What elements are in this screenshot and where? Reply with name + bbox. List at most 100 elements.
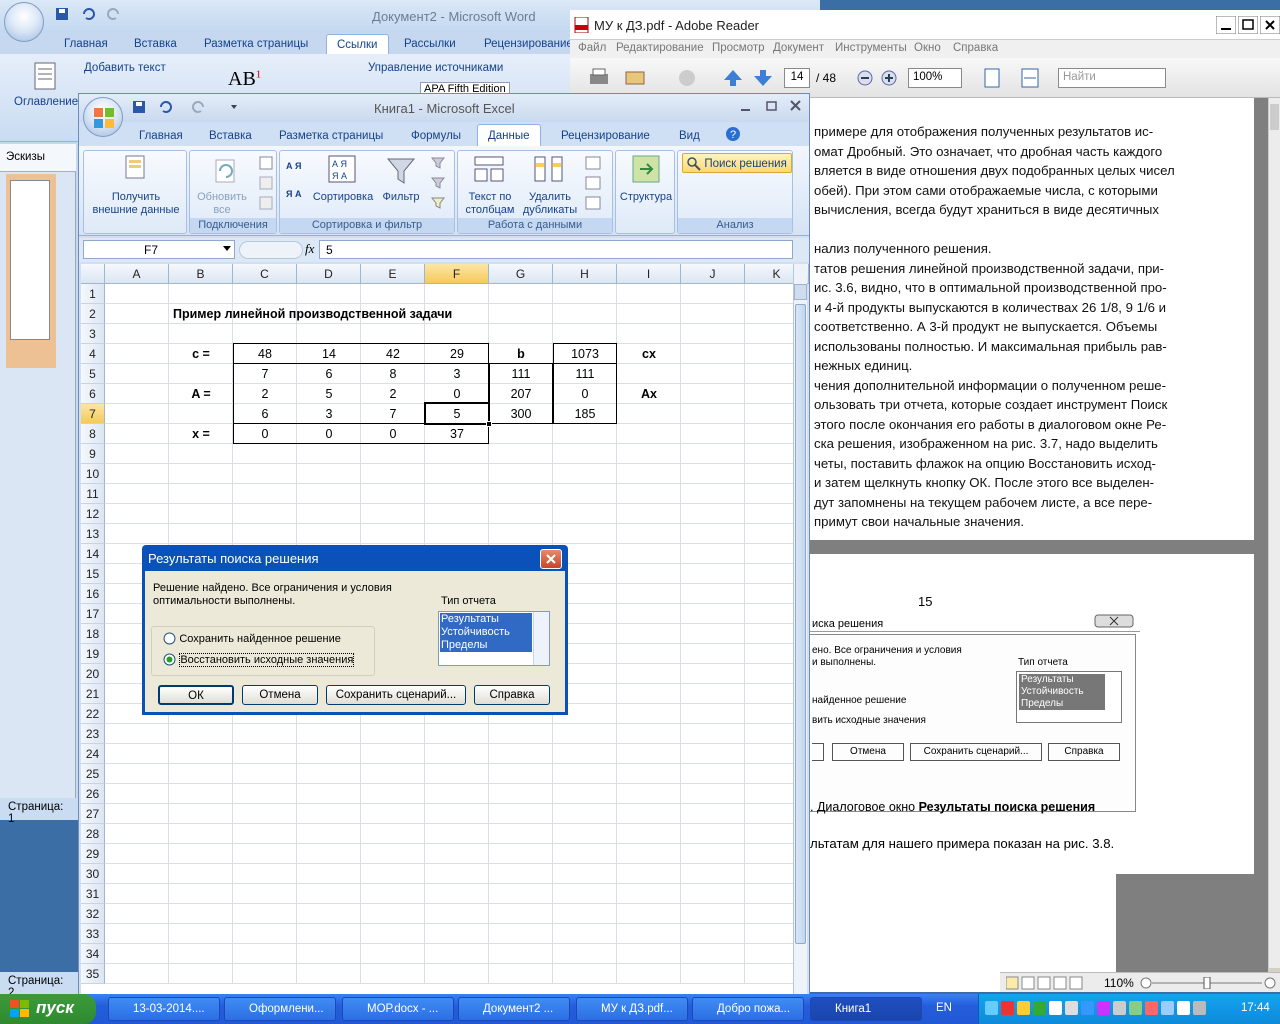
word-tab-insert[interactable]: Вставка <box>124 34 187 54</box>
excel-tab-home[interactable]: Главная <box>129 126 193 146</box>
word-tab-references[interactable]: Ссылки <box>326 34 389 54</box>
get-external-data-button[interactable]: Получить внешние данные <box>84 191 188 217</box>
refresh-all-button[interactable]: Обновить все <box>190 191 254 217</box>
word-tab-home[interactable]: Главная <box>54 34 118 54</box>
row-header[interactable]: 19 <box>81 644 105 664</box>
row-header[interactable]: 9 <box>81 444 105 464</box>
row-header[interactable]: 33 <box>81 924 105 944</box>
structure-button[interactable]: Структура <box>616 191 676 204</box>
zoom-select[interactable]: 100% <box>908 68 962 88</box>
connections-small-icons[interactable] <box>258 155 274 215</box>
column-header[interactable]: D <box>297 264 361 284</box>
print-icon[interactable] <box>588 68 610 88</box>
column-header[interactable]: A <box>105 264 169 284</box>
name-box[interactable]: F7 <box>83 240 235 259</box>
filter-small-icons[interactable] <box>430 155 448 215</box>
row-header[interactable]: 23 <box>81 724 105 744</box>
column-header[interactable]: G <box>489 264 553 284</box>
menu-view[interactable]: Просмотр <box>712 42 765 54</box>
report-results[interactable]: Результаты <box>441 613 532 626</box>
start-button[interactable]: пуск <box>0 994 96 1024</box>
row-header[interactable]: 10 <box>81 464 105 484</box>
excel-restore-button[interactable] <box>765 100 779 112</box>
cell[interactable]: x = <box>169 424 233 444</box>
menu-edit[interactable]: Редактирование <box>616 42 704 54</box>
task-item-5[interactable]: МУ к ДЗ.pdf... <box>576 997 688 1021</box>
tray-icons[interactable] <box>985 1001 1215 1017</box>
column-header[interactable]: I <box>617 264 681 284</box>
thumb-page-1[interactable] <box>10 180 50 340</box>
row-header[interactable]: 8 <box>81 424 105 444</box>
office-button[interactable] <box>4 2 44 42</box>
zoom-in-icon[interactable] <box>880 69 898 87</box>
menu-window[interactable]: Окно <box>914 42 941 54</box>
solver-button[interactable]: Поиск решения <box>682 153 792 173</box>
row-header[interactable]: 14 <box>81 544 105 564</box>
sort-button[interactable]: Сортировка <box>306 191 380 204</box>
prev-page-icon[interactable] <box>722 68 744 88</box>
text-to-columns-button[interactable]: Текст по столбцам <box>460 191 520 217</box>
reader-minimize-button[interactable] <box>1216 16 1236 34</box>
find-input[interactable]: Найти <box>1058 68 1166 88</box>
row-header[interactable]: 4 <box>81 344 105 364</box>
column-header[interactable]: H <box>553 264 617 284</box>
add-text-button[interactable]: Добавить текст <box>84 62 166 74</box>
excel-tab-insert[interactable]: Вставка <box>199 126 262 146</box>
filter-button[interactable]: Фильтр <box>378 191 424 204</box>
word-quick-access[interactable] <box>56 8 146 22</box>
menu-document[interactable]: Документ <box>773 42 824 54</box>
row-header[interactable]: 13 <box>81 524 105 544</box>
row-header[interactable]: 5 <box>81 364 105 384</box>
reader-maximize-button[interactable] <box>1238 16 1258 34</box>
cell[interactable]: Ax <box>617 384 681 404</box>
row-header[interactable]: 18 <box>81 624 105 644</box>
column-header[interactable]: B <box>169 264 233 284</box>
row-header[interactable]: 32 <box>81 904 105 924</box>
excel-tab-data[interactable]: Данные <box>477 124 541 146</box>
word-tab-layout[interactable]: Разметка страницы <box>194 34 318 54</box>
cell[interactable]: Пример линейной производственной задачи <box>169 304 452 324</box>
radio-keep-solution[interactable]: Сохранить найденное решение <box>163 631 341 645</box>
language-indicator[interactable]: EN <box>936 1002 952 1014</box>
word-tab-review[interactable]: Рецензирование <box>474 34 583 54</box>
cell[interactable]: A = <box>169 384 233 404</box>
reader-close-button[interactable] <box>1260 16 1280 34</box>
report-sensitivity[interactable]: Устойчивость <box>441 626 532 639</box>
email-icon[interactable] <box>624 68 646 88</box>
excel-tab-layout[interactable]: Разметка страницы <box>269 126 393 146</box>
row-header[interactable]: 17 <box>81 604 105 624</box>
row-header[interactable]: 11 <box>81 484 105 504</box>
fill-handle[interactable] <box>486 421 492 427</box>
excel-vscroll[interactable] <box>793 264 807 998</box>
row-header[interactable]: 22 <box>81 704 105 724</box>
zoom-out-icon[interactable] <box>856 69 874 87</box>
task-item-1[interactable]: 13-03-2014.... <box>108 997 220 1021</box>
manage-sources-button[interactable]: Управление источниками <box>368 62 503 74</box>
column-header[interactable]: C <box>233 264 297 284</box>
row-header[interactable]: 35 <box>81 964 105 984</box>
name-box-dropdown-icon[interactable] <box>223 246 231 252</box>
reader-vscroll[interactable] <box>1268 98 1280 968</box>
report-limits[interactable]: Пределы <box>441 639 532 652</box>
task-item-7[interactable]: Книга1 <box>810 997 922 1021</box>
hand-icon[interactable] <box>676 68 698 88</box>
dialog-cancel-button[interactable]: Отмена <box>242 685 318 705</box>
radio-restore-values[interactable]: Восстановить исходные значения <box>163 652 355 667</box>
fx-icon[interactable]: fx <box>305 241 314 257</box>
cell[interactable]: b <box>489 344 553 364</box>
fit-page-icon[interactable] <box>982 68 1002 88</box>
task-item-6[interactable]: Добро пожа... <box>692 997 804 1021</box>
row-header[interactable]: 25 <box>81 764 105 784</box>
menu-help[interactable]: Справка <box>953 42 998 54</box>
excel-close-button[interactable] <box>789 100 803 112</box>
column-header[interactable]: E <box>361 264 425 284</box>
zoom-slider[interactable] <box>1140 977 1278 989</box>
dialog-close-button[interactable] <box>540 549 562 569</box>
select-all-corner[interactable] <box>81 264 105 284</box>
excel-tab-view[interactable]: Вид <box>669 126 710 146</box>
row-header[interactable]: 24 <box>81 744 105 764</box>
data-tools-small-icons[interactable] <box>584 155 608 215</box>
footnote-button[interactable]: AB1 <box>228 68 261 91</box>
excel-office-button[interactable] <box>83 97 123 137</box>
task-item-4[interactable]: Документ2 ... <box>458 997 570 1021</box>
